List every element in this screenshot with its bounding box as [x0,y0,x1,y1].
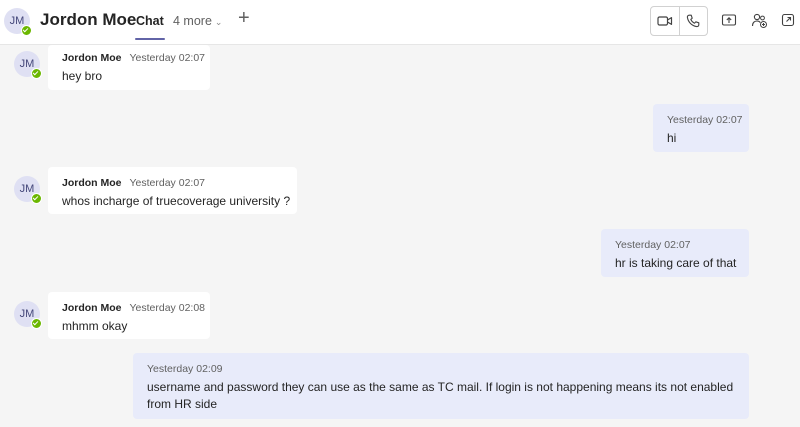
presence-available-icon [31,68,42,79]
tab-more-label: 4 more [173,14,212,28]
add-people-icon [751,13,768,28]
message-avatar[interactable]: JM [14,301,42,329]
presence-available-icon [21,25,32,36]
message-timestamp: Yesterday 02:07 [615,239,691,251]
message-timestamp: Yesterday 02:07 [667,114,743,126]
video-call-icon [657,14,673,28]
message-text: hey bro [62,69,103,83]
message-timestamp: Yesterday 02:07 [129,52,206,64]
message-text: username and password they can use as th… [147,380,734,411]
presence-available-icon [31,318,42,329]
message-avatar[interactable]: JM [14,176,42,204]
message-author: Jordon Moe [62,177,122,189]
share-screen-icon [721,13,737,27]
message-bubble-own[interactable]: Yesterday 02:07 hi [653,104,749,152]
message-timestamp: Yesterday 02:08 [129,302,206,314]
message-meta: Jordon Moe Yesterday 02:07 [62,176,297,190]
message-meta: Jordon Moe Yesterday 02:08 [62,301,210,315]
message-text: whos incharge of truecoverage university… [62,194,291,208]
message-text: hr is taking care of that [615,256,737,270]
audio-call-icon [686,14,700,28]
share-screen-button[interactable] [719,10,739,30]
message-bubble[interactable]: Jordon Moe Yesterday 02:07 whos incharge … [48,167,297,214]
add-people-button[interactable] [749,10,769,30]
contact-avatar[interactable]: JM [4,8,32,36]
presence-available-icon [31,193,42,204]
pop-out-icon [781,13,795,27]
message-bubble[interactable]: Jordon Moe Yesterday 02:08 mhmm okay [48,292,210,339]
message-bubble-own[interactable]: Yesterday 02:09 username and password th… [133,353,749,419]
add-tab-button[interactable]: + [238,8,250,28]
message-timestamp: Yesterday 02:07 [129,177,206,189]
call-button-group [650,6,708,36]
message-author: Jordon Moe [62,302,122,314]
chat-header: JM Jordon Moe Chat 4 more ⌄ + [0,0,800,45]
video-call-button[interactable] [651,7,679,35]
message-bubble[interactable]: Jordon Moe Yesterday 02:07 hey bro [48,45,210,90]
message-bubble-own[interactable]: Yesterday 02:07 hr is taking care of tha… [601,229,749,277]
message-timestamp: Yesterday 02:09 [147,363,223,375]
tab-more-dropdown[interactable]: 4 more ⌄ [173,14,222,28]
message-avatar[interactable]: JM [14,51,42,79]
chevron-down-icon: ⌄ [214,17,223,27]
message-author: Jordon Moe [62,52,122,64]
tab-chat[interactable]: Chat [135,14,165,40]
message-meta: Jordon Moe Yesterday 02:07 [62,51,210,65]
pop-out-button[interactable] [778,10,798,30]
chat-title[interactable]: Jordon Moe [40,10,136,30]
audio-call-button[interactable] [678,7,708,35]
message-text: mhmm okay [62,319,128,333]
message-text: hi [667,131,677,145]
